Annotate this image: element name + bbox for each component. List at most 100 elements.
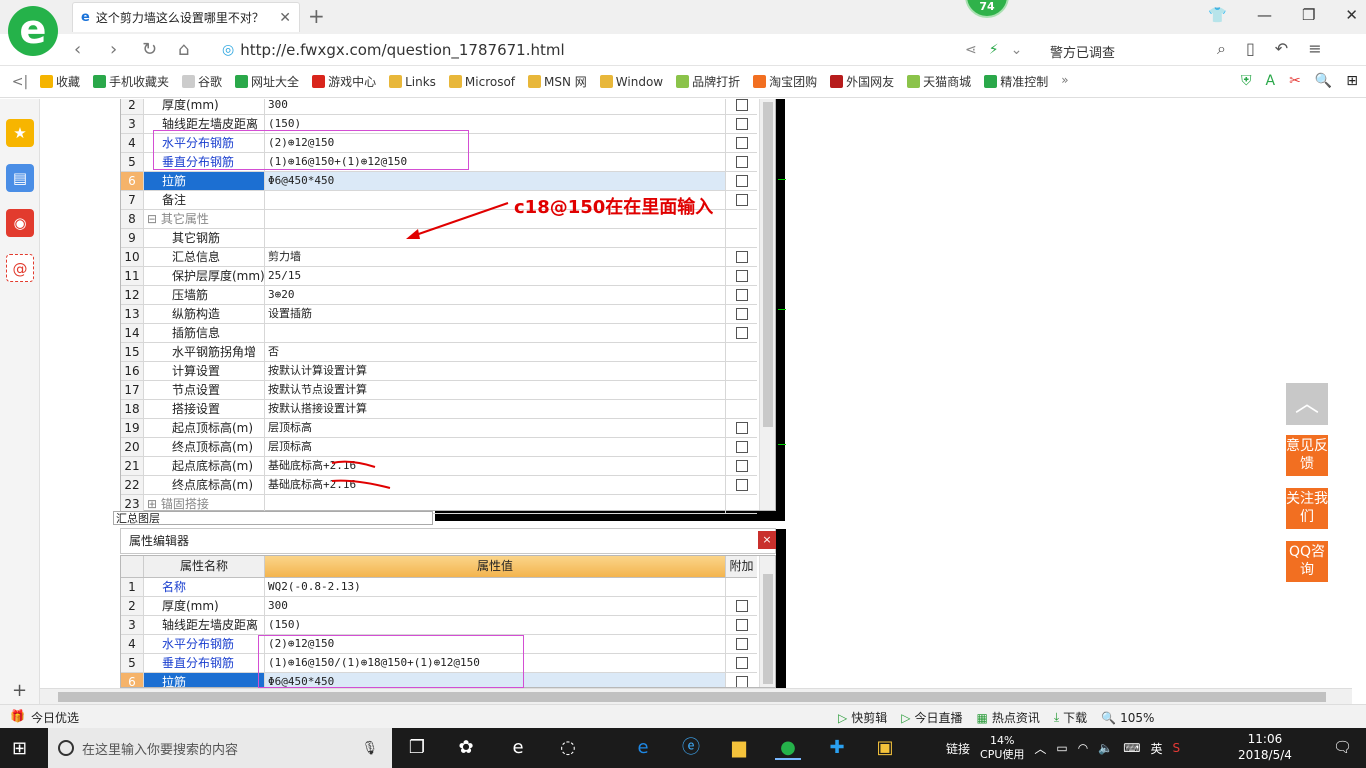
property-value[interactable]: 层顶标高 [265, 419, 726, 437]
bookmark-item[interactable]: 收藏 [40, 73, 80, 90]
magnifier-icon[interactable]: 🔍 [1315, 73, 1332, 89]
status-zoom-level[interactable]: 🔍 105% [1101, 709, 1154, 726]
clock[interactable]: 11:06 2018/5/4 [1238, 731, 1292, 763]
property-value[interactable]: 25/15 [265, 267, 726, 285]
bookmark-item[interactable]: 手机收藏夹 [93, 73, 169, 90]
lightning-icon[interactable]: ⚡ [989, 42, 999, 58]
app-plus-icon[interactable]: ✚ [824, 736, 850, 760]
notification-badge[interactable]: 74 [965, 0, 1009, 18]
notes-icon[interactable]: ▣ [872, 736, 898, 760]
table-row[interactable]: 18 搭接设置 按默认搭接设置计算 [121, 400, 757, 419]
extra-checkbox[interactable] [736, 99, 748, 111]
tab-active[interactable]: e 这个剪力墙这么设置哪里不对？ ✕ [72, 2, 300, 32]
property-value[interactable]: 按默认节点设置计算 [265, 381, 726, 399]
table-row[interactable]: 14 插筋信息 [121, 324, 757, 343]
minimize-button[interactable]: — [1257, 6, 1272, 24]
status-hot-news[interactable]: ▦ 热点资讯 [977, 709, 1040, 726]
bookmark-item[interactable]: 精准控制 [984, 73, 1048, 90]
extra-checkbox[interactable] [736, 327, 748, 339]
url-text[interactable]: http://e.fwxgx.com/question_1787671.html [240, 41, 564, 59]
volume-icon[interactable]: 🔈 [1098, 741, 1113, 755]
scissors-icon[interactable]: ✂ [1289, 73, 1301, 89]
bookmark-item[interactable]: Window [599, 73, 663, 90]
menu-icon[interactable]: ≡ [1308, 39, 1321, 59]
table-row[interactable]: 2 厚度(mm) 300 [121, 99, 757, 115]
more-bookmarks-icon[interactable]: » [1061, 73, 1068, 90]
ime-indicator[interactable]: 英 [1151, 740, 1163, 757]
sidebar-add-icon[interactable]: + [12, 680, 27, 701]
translate-icon[interactable]: A [1266, 73, 1276, 89]
grid-scrollbar[interactable] [759, 99, 775, 510]
undo-icon[interactable]: ↶ [1275, 39, 1288, 59]
wifi-icon[interactable]: ◠ [1078, 741, 1088, 755]
property-value[interactable]: 层顶标高 [265, 438, 726, 456]
property-value[interactable]: Φ6@450*450 [265, 172, 726, 190]
reader-icon[interactable]: ▤ [6, 164, 34, 192]
battery-icon[interactable]: ▭ [1056, 741, 1067, 755]
share-icon[interactable]: ⋖ [965, 42, 977, 58]
status-live-today[interactable]: ▷ 今日直播 [901, 709, 962, 726]
property-value[interactable]: 300 [265, 99, 726, 114]
extra-checkbox[interactable] [736, 441, 748, 453]
status-download[interactable]: ⤓ 下载 [1054, 709, 1087, 726]
back-to-top-button[interactable]: ︿ [1286, 383, 1328, 425]
extra-checkbox[interactable] [736, 118, 748, 130]
extra-checkbox[interactable] [736, 137, 748, 149]
table-row[interactable]: 2 厚度(mm) 300 [121, 597, 757, 616]
editor-scrollbar-thumb[interactable] [763, 574, 773, 684]
table-row[interactable]: 21 起点底标高(m) 基础底标高+2.16 [121, 457, 757, 476]
extra-checkbox[interactable] [736, 619, 748, 631]
table-row[interactable]: 19 起点顶标高(m) 层顶标高 [121, 419, 757, 438]
bookmark-item[interactable]: Microsof [448, 73, 515, 90]
news-ticker[interactable]: 警方已调查 [1050, 42, 1115, 61]
qq-consult-button[interactable]: QQ咨询 [1286, 541, 1328, 582]
sidebar-toggle-icon[interactable]: <| [0, 74, 40, 90]
weibo-icon[interactable]: ◉ [6, 209, 34, 237]
property-value[interactable]: 设置插筋 [265, 305, 726, 323]
extra-checkbox[interactable] [736, 308, 748, 320]
tab-close-icon[interactable]: ✕ [279, 10, 291, 26]
extra-checkbox[interactable] [736, 175, 748, 187]
shield-icon[interactable]: ⛨ [1241, 73, 1252, 89]
notification-icon[interactable]: 🗨 [1333, 738, 1352, 756]
app-swirl-icon[interactable]: ◌ [555, 736, 581, 760]
link-label[interactable]: 链接 [946, 740, 970, 757]
property-value[interactable]: 300 [265, 597, 726, 615]
table-row[interactable]: 11 保护层厚度(mm) 25/15 [121, 267, 757, 286]
extra-checkbox[interactable] [736, 600, 748, 612]
daily-picks-label[interactable]: 今日优选 [31, 709, 79, 726]
table-row[interactable]: 17 节点设置 按默认节点设置计算 [121, 381, 757, 400]
sogou-icon[interactable]: S [1173, 741, 1181, 755]
folder-icon[interactable]: ▆ [726, 736, 752, 760]
bookmark-item[interactable]: 天猫商城 [907, 73, 971, 90]
windows-start-icon[interactable]: ⊞ [12, 738, 27, 759]
table-row[interactable]: 6 拉筋 Φ6@450*450 [121, 172, 757, 191]
360-browser-icon[interactable]: ● [775, 736, 801, 760]
bookmark-item[interactable]: MSN 网 [528, 73, 587, 90]
favorites-star-icon[interactable]: ★ [6, 119, 34, 147]
table-row[interactable]: 10 汇总信息 剪力墙 [121, 248, 757, 267]
tray-expand-icon[interactable]: ︿ [1034, 740, 1046, 757]
search-icon[interactable]: ⌕ [1217, 39, 1226, 59]
follow-button[interactable]: 关注我们 [1286, 488, 1328, 529]
extra-checkbox[interactable] [736, 156, 748, 168]
ie-taskbar-icon[interactable]: ⓔ [678, 736, 704, 760]
editor-scrollbar[interactable] [759, 556, 775, 687]
table-row[interactable]: 1 名称 WQ2(-0.8-2.13) [121, 578, 757, 597]
property-value[interactable]: 按默认搭接设置计算 [265, 400, 726, 418]
table-row[interactable]: 22 终点底标高(m) 基础底标高+2.16 [121, 476, 757, 495]
browser-e-icon[interactable]: e [505, 736, 531, 760]
apps-icon[interactable]: ⊞ [1346, 73, 1358, 89]
refresh-icon[interactable]: ↻ [142, 39, 157, 60]
horizontal-scrollbar[interactable] [40, 688, 1352, 704]
email-icon[interactable]: @ [6, 254, 34, 282]
task-view-icon[interactable]: ❐ [404, 736, 430, 760]
grid-scrollbar-thumb[interactable] [763, 102, 773, 427]
extra-checkbox[interactable] [736, 422, 748, 434]
property-value[interactable]: WQ2(-0.8-2.13) [265, 578, 726, 596]
editor-close-button[interactable]: × [758, 531, 776, 549]
shirt-icon[interactable]: 👕 [1208, 6, 1227, 24]
address-bar[interactable]: ◎ http://e.fwxgx.com/question_1787671.ht… [222, 38, 962, 62]
property-value[interactable]: (150) [265, 616, 726, 634]
bookmark-item[interactable]: 网址大全 [235, 73, 299, 90]
